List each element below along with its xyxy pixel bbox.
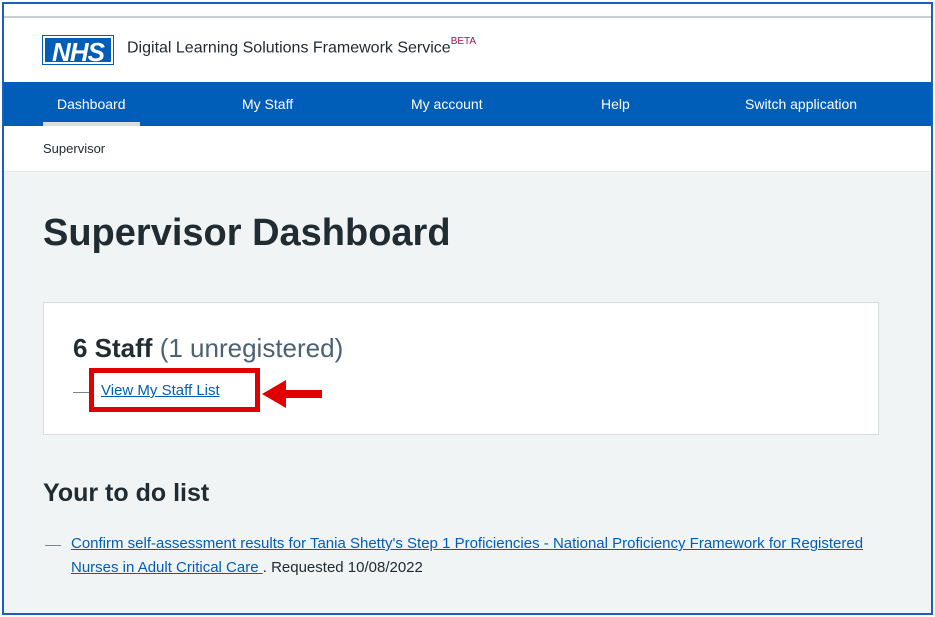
staff-count: 6 Staff <box>73 333 153 363</box>
annotation-arrow-icon <box>262 380 322 408</box>
site-header: NHS Digital Learning Solutions Framework… <box>4 18 931 82</box>
nav-my-staff[interactable]: My Staff <box>242 82 293 126</box>
nhs-logo[interactable]: NHS <box>42 35 114 66</box>
nav-help[interactable]: Help <box>601 82 630 126</box>
staff-count-heading: 6 Staff (1 unregistered) <box>73 333 343 364</box>
todo-requested-date: . Requested 10/08/2022 <box>262 559 423 576</box>
staff-summary-card: 6 Staff (1 unregistered) View My Staff L… <box>43 302 879 435</box>
todo-heading: Your to do list <box>43 479 210 507</box>
top-strip <box>4 4 931 16</box>
list-bullet-dash <box>73 392 89 393</box>
nav-dashboard[interactable]: Dashboard <box>43 82 139 126</box>
beta-tag: BETA <box>450 36 477 47</box>
breadcrumb-supervisor[interactable]: Supervisor <box>43 141 105 156</box>
todo-list-item: Confirm self-assessment results for Tani… <box>71 532 881 580</box>
todo-bullet-dash <box>45 545 61 546</box>
unregistered-count: (1 unregistered) <box>159 333 344 363</box>
annotation-highlight-box <box>89 368 260 412</box>
breadcrumb: Supervisor <box>4 126 931 172</box>
primary-nav: Dashboard My Staff My account Help Switc… <box>4 82 931 126</box>
nav-switch-application[interactable]: Switch application <box>745 82 857 126</box>
service-name[interactable]: Digital Learning Solutions Framework Ser… <box>127 36 477 57</box>
page-title: Supervisor Dashboard <box>43 212 451 254</box>
screenshot-frame: NHS Digital Learning Solutions Framework… <box>2 2 933 615</box>
nav-my-account[interactable]: My account <box>411 82 483 126</box>
todo-confirm-link[interactable]: Confirm self-assessment results for Tani… <box>71 535 863 576</box>
service-name-text: Digital Learning Solutions Framework Ser… <box>127 39 451 57</box>
